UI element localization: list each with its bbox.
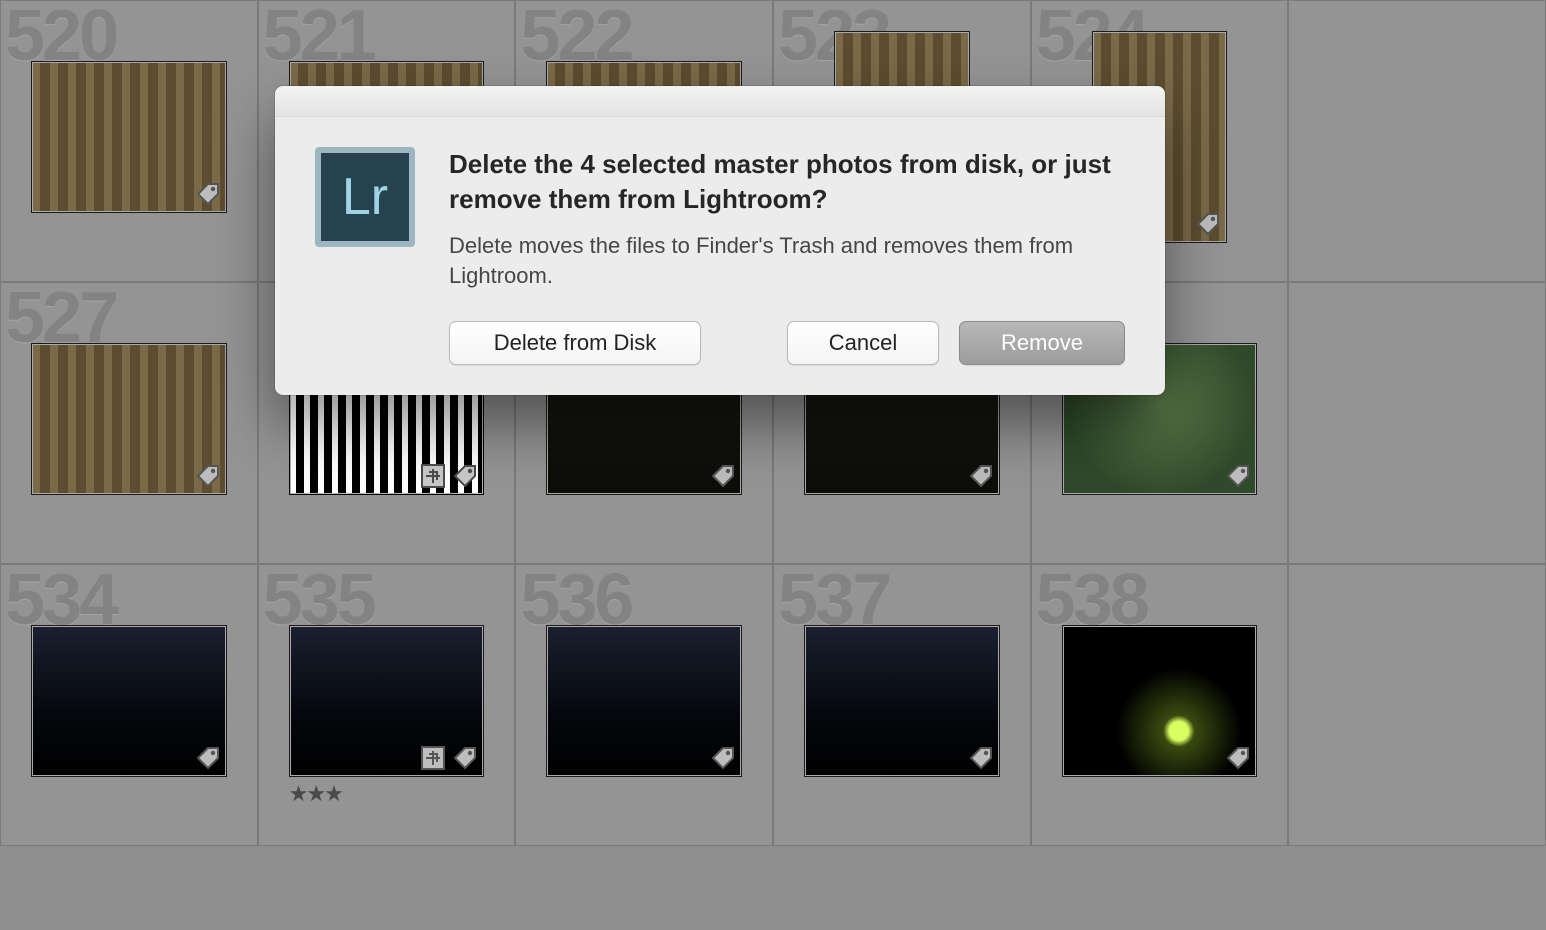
lightroom-app-icon: Lr — [315, 147, 415, 247]
keyword-badge-icon — [1194, 210, 1222, 238]
thumbnail-cell[interactable]: 537 — [773, 564, 1031, 846]
thumbnail-image[interactable] — [31, 625, 227, 777]
app-icon-letter: L — [342, 167, 371, 227]
thumbnail-image[interactable] — [1062, 625, 1258, 777]
dialog-titlebar — [275, 86, 1165, 117]
thumbnail-cell[interactable]: 536 — [515, 564, 773, 846]
keyword-badge-icon — [1224, 744, 1252, 772]
keyword-badge-icon — [451, 462, 479, 490]
thumbnail-image[interactable] — [289, 625, 485, 777]
thumbnail-cell[interactable]: 527 — [0, 282, 258, 564]
keyword-badge-icon — [967, 744, 995, 772]
delete-dialog: Lr Delete the 4 selected master photos f… — [275, 86, 1165, 395]
thumbnail-cell[interactable] — [1288, 564, 1546, 846]
thumbnail-cell[interactable] — [1288, 282, 1546, 564]
thumbnail-image[interactable] — [31, 343, 227, 495]
dialog-description: Delete moves the files to Finder's Trash… — [449, 231, 1125, 290]
thumbnail-cell[interactable]: 520 — [0, 0, 258, 282]
keyword-badge-icon — [709, 462, 737, 490]
keyword-badge-icon — [451, 744, 479, 772]
remove-button[interactable]: Remove — [959, 321, 1125, 365]
dialog-message: Delete the 4 selected master photos from… — [449, 147, 1125, 291]
thumbnail-image[interactable] — [31, 61, 227, 213]
delete-from-disk-button[interactable]: Delete from Disk — [449, 321, 701, 365]
keyword-badge-icon — [194, 744, 222, 772]
keyword-badge-icon — [194, 180, 222, 208]
keyword-badge-icon — [194, 462, 222, 490]
thumbnail-cell[interactable]: 538 — [1031, 564, 1289, 846]
dialog-body: Lr Delete the 4 selected master photos f… — [275, 117, 1165, 321]
dialog-heading: Delete the 4 selected master photos from… — [449, 147, 1125, 217]
keyword-badge-icon — [1224, 462, 1252, 490]
app-icon-letter: r — [371, 167, 388, 227]
thumbnail-image[interactable] — [804, 625, 1000, 777]
edit-badge-icon — [419, 744, 447, 772]
thumbnail-cell[interactable]: 535★★★ — [258, 564, 516, 846]
star-rating[interactable]: ★★★ — [289, 781, 342, 807]
keyword-badge-icon — [967, 462, 995, 490]
cancel-button[interactable]: Cancel — [787, 321, 939, 365]
thumbnail-image[interactable] — [546, 625, 742, 777]
edit-badge-icon — [419, 462, 447, 490]
thumbnail-cell[interactable]: 534 — [0, 564, 258, 846]
keyword-badge-icon — [709, 744, 737, 772]
thumbnail-cell[interactable] — [1288, 0, 1546, 282]
dialog-button-row: Delete from Disk Cancel Remove — [275, 321, 1165, 395]
